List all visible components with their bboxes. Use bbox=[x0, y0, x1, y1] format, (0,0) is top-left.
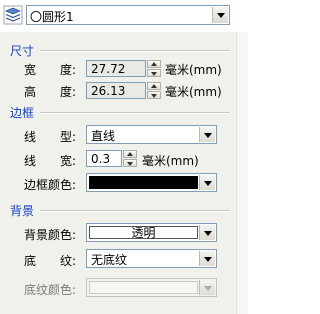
height-label: 高 度: bbox=[24, 85, 77, 99]
chevron-down-icon bbox=[204, 256, 212, 262]
chevron-down-icon bbox=[204, 132, 212, 138]
background-color-dropdown-button[interactable] bbox=[199, 225, 215, 240]
object-select[interactable]: 〇圆形1 bbox=[26, 5, 230, 25]
height-unit: 毫米(mm) bbox=[165, 85, 222, 99]
background-section-title: 背景 bbox=[10, 204, 35, 218]
pattern-label: 底 纹: bbox=[24, 254, 77, 268]
background-color-label: 背景颜色: bbox=[24, 228, 77, 242]
line-width-input[interactable]: 0.3 bbox=[86, 150, 122, 167]
line-width-spinner[interactable] bbox=[123, 150, 137, 167]
width-label: 宽 度: bbox=[24, 63, 77, 77]
height-input[interactable]: 26.13 bbox=[86, 82, 146, 99]
height-decrement-button[interactable] bbox=[147, 91, 161, 99]
line-type-value: 直线 bbox=[91, 129, 116, 143]
height-spinner[interactable] bbox=[147, 82, 161, 99]
pattern-value: 无底纹 bbox=[91, 253, 128, 267]
background-section-divider bbox=[40, 210, 230, 212]
pattern-color-label: 底纹颜色: bbox=[24, 283, 77, 297]
pattern-color-dropdown-button bbox=[199, 280, 215, 295]
width-spinner[interactable] bbox=[147, 60, 161, 77]
border-section-divider bbox=[40, 112, 230, 114]
border-section-title: 边框 bbox=[10, 106, 35, 120]
pattern-color-select bbox=[86, 278, 217, 297]
height-increment-button[interactable] bbox=[147, 82, 161, 90]
pattern-dropdown-button[interactable] bbox=[199, 251, 215, 266]
object-select-dropdown-button[interactable] bbox=[212, 7, 228, 23]
chevron-down-icon bbox=[204, 285, 212, 291]
panel-scrollbar[interactable] bbox=[236, 32, 248, 314]
line-width-unit: 毫米(mm) bbox=[142, 154, 199, 168]
object-select-value: 〇圆形1 bbox=[30, 10, 74, 24]
width-value: 27.72 bbox=[91, 62, 126, 76]
chevron-down-icon bbox=[204, 230, 212, 236]
border-color-swatch bbox=[89, 176, 198, 189]
line-type-label: 线 型: bbox=[24, 130, 77, 144]
width-increment-button[interactable] bbox=[147, 60, 161, 68]
size-section-title: 尺寸 bbox=[10, 44, 35, 58]
pattern-select[interactable]: 无底纹 bbox=[86, 249, 217, 268]
chevron-down-icon bbox=[204, 180, 212, 186]
line-type-select[interactable]: 直线 bbox=[86, 125, 217, 144]
layers-icon[interactable] bbox=[2, 4, 24, 26]
size-section-divider bbox=[40, 50, 230, 52]
border-color-dropdown-button[interactable] bbox=[199, 175, 215, 190]
background-color-value: 透明 bbox=[89, 226, 198, 240]
border-color-label: 边框颜色: bbox=[24, 178, 77, 192]
line-width-label: 线 宽: bbox=[24, 154, 77, 168]
chevron-down-icon bbox=[217, 13, 225, 18]
width-input[interactable]: 27.72 bbox=[86, 60, 146, 77]
border-color-select[interactable] bbox=[86, 173, 217, 192]
background-color-select[interactable]: 透明 bbox=[86, 223, 217, 242]
line-type-dropdown-button[interactable] bbox=[199, 127, 215, 142]
width-decrement-button[interactable] bbox=[147, 69, 161, 77]
pattern-color-swatch bbox=[89, 281, 198, 294]
width-unit: 毫米(mm) bbox=[165, 63, 222, 77]
line-width-increment-button[interactable] bbox=[123, 150, 137, 158]
line-width-value: 0.3 bbox=[91, 152, 111, 166]
height-value: 26.13 bbox=[91, 84, 126, 98]
line-width-decrement-button[interactable] bbox=[123, 159, 137, 167]
